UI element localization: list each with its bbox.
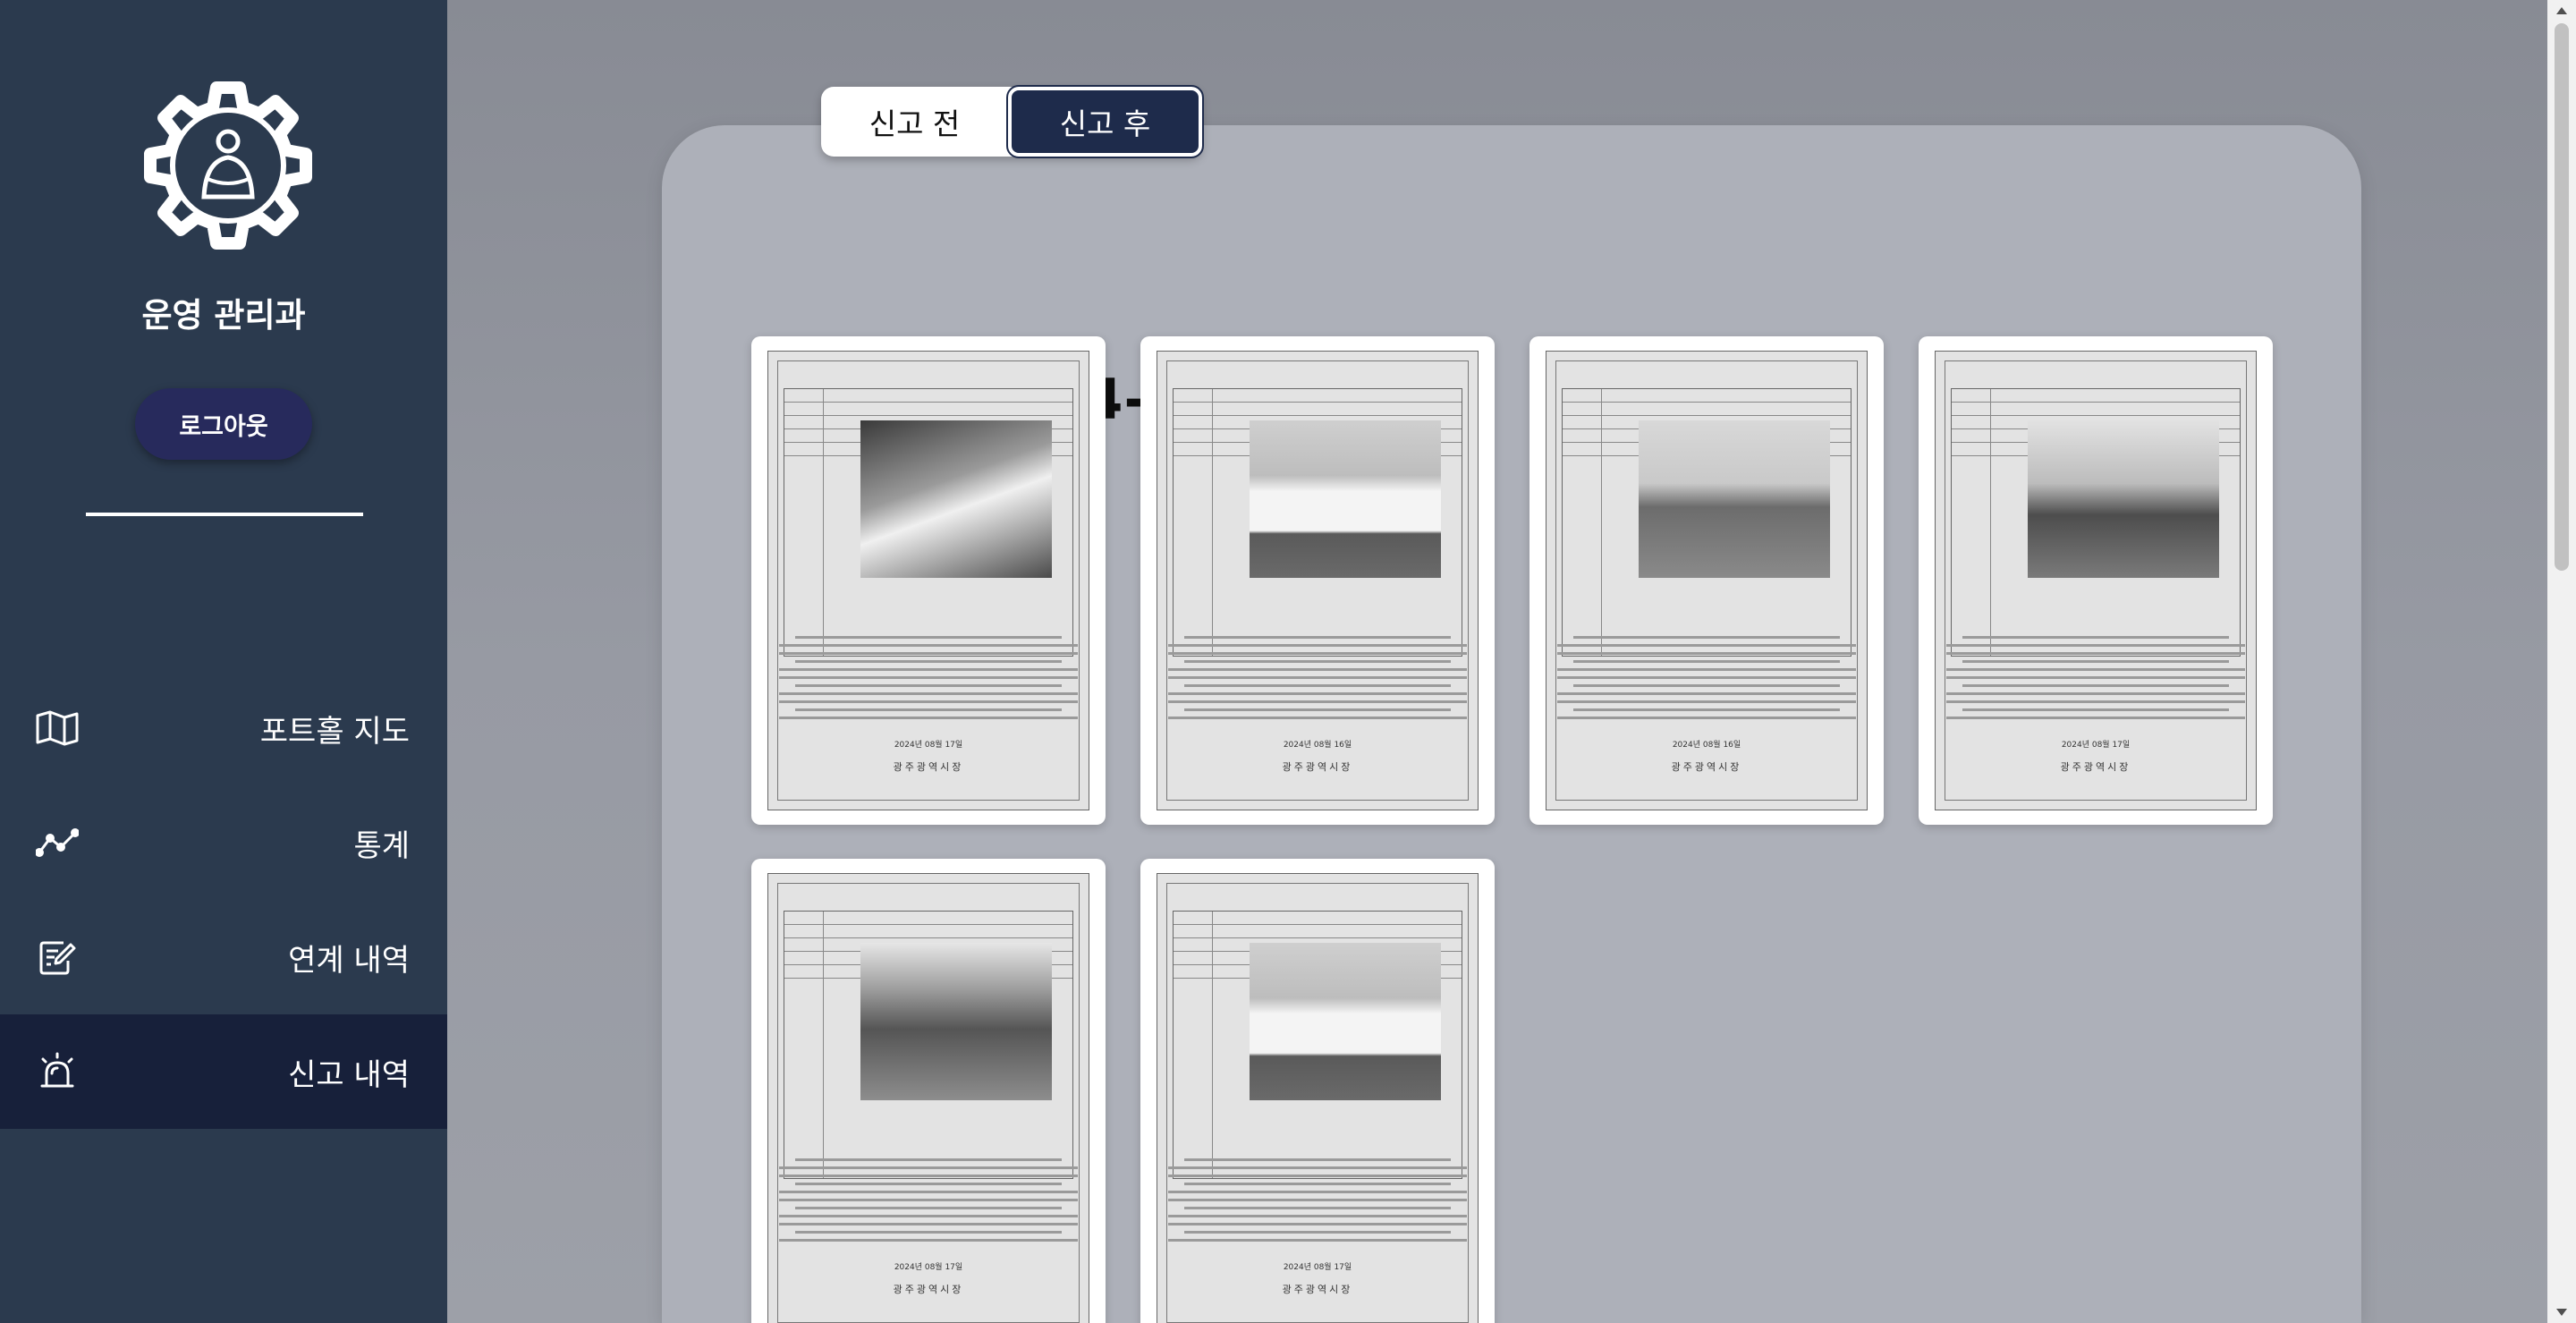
- pothole-photo: [1250, 420, 1441, 578]
- report-document-card[interactable]: 2024년 08월 17일 광주광역시장: [1140, 859, 1495, 1323]
- document-signature: 광주광역시장: [1671, 761, 1742, 773]
- siren-icon: [34, 1048, 80, 1095]
- chart-line-icon: [34, 819, 80, 866]
- sidebar-item-label: 포트홀 지도: [259, 713, 410, 750]
- document-signature: 광주광역시장: [893, 761, 964, 773]
- sidebar-item-label: 통계: [353, 827, 410, 864]
- pothole-photo: [2028, 420, 2219, 578]
- pothole-photo: [1639, 420, 1830, 578]
- pothole-photo: [860, 420, 1052, 578]
- report-document-card[interactable]: 2024년 08월 16일 광주광역시장: [1530, 336, 1884, 825]
- sidebar-item-label: 신고 내역: [288, 1056, 410, 1093]
- sidebar-item-pothole-map[interactable]: 포트홀 지도: [0, 671, 447, 785]
- gear-person-logo-icon: [134, 72, 322, 259]
- sidebar: 운영 관리과 로그아웃 포트홀 지도 통계 연계 내역 신고 내역: [0, 0, 447, 1323]
- sidebar-item-statistics[interactable]: 통계: [0, 785, 447, 900]
- page-scrollbar[interactable]: [2547, 0, 2576, 1323]
- sidebar-item-label: 연계 내역: [288, 942, 410, 979]
- document-date: 2024년 08월 17일: [894, 741, 963, 750]
- report-document-card[interactable]: 2024년 08월 16일 광주광역시장: [1140, 336, 1495, 825]
- map-icon: [34, 705, 80, 751]
- report-document: 2024년 08월 17일 광주광역시장: [1157, 873, 1479, 1323]
- report-document: 2024년 08월 17일 광주광역시장: [767, 351, 1089, 810]
- edit-document-icon: [34, 934, 80, 980]
- report-document-card[interactable]: 2024년 08월 17일 광주광역시장: [751, 859, 1106, 1323]
- document-signature: 광주광역시장: [893, 1284, 964, 1295]
- document-signature: 광주광역시장: [1282, 761, 1353, 773]
- sidebar-item-linked-history[interactable]: 연계 내역: [0, 900, 447, 1014]
- scroll-down-icon[interactable]: [2556, 1309, 2567, 1316]
- report-document: 2024년 08월 17일 광주광역시장: [767, 873, 1089, 1323]
- tab-after-report[interactable]: 신고 후: [1006, 85, 1204, 158]
- document-date: 2024년 08월 17일: [894, 1263, 963, 1272]
- report-document: 2024년 08월 16일 광주광역시장: [1157, 351, 1479, 810]
- report-document-card[interactable]: 2024년 08월 17일 광주광역시장: [1919, 336, 2273, 825]
- document-date: 2024년 08월 17일: [1283, 1263, 1352, 1272]
- org-name: 운영 관리과: [141, 296, 306, 335]
- sidebar-divider: [86, 513, 363, 516]
- pothole-photo: [860, 943, 1052, 1100]
- document-date: 2024년 08월 16일: [1672, 741, 1741, 750]
- report-tabs: 신고 전 신고 후: [821, 85, 1204, 158]
- document-date: 2024년 08월 16일: [1283, 741, 1352, 750]
- tab-before-report[interactable]: 신고 전: [821, 87, 1008, 157]
- document-signature: 광주광역시장: [1282, 1284, 1353, 1295]
- logout-button[interactable]: 로그아웃: [135, 388, 312, 460]
- report-document: 2024년 08월 17일 광주광역시장: [1935, 351, 2257, 810]
- report-document: 2024년 08월 16일 광주광역시장: [1546, 351, 1868, 810]
- document-date: 2024년 08월 17일: [2061, 741, 2131, 750]
- scroll-up-icon[interactable]: [2556, 7, 2567, 14]
- sidebar-item-report-history[interactable]: 신고 내역: [0, 1014, 447, 1129]
- scroll-thumb[interactable]: [2555, 23, 2569, 571]
- report-document-card[interactable]: 2024년 08월 17일 광주광역시장: [751, 336, 1106, 825]
- document-signature: 광주광역시장: [2060, 761, 2131, 773]
- pothole-photo: [1250, 943, 1441, 1100]
